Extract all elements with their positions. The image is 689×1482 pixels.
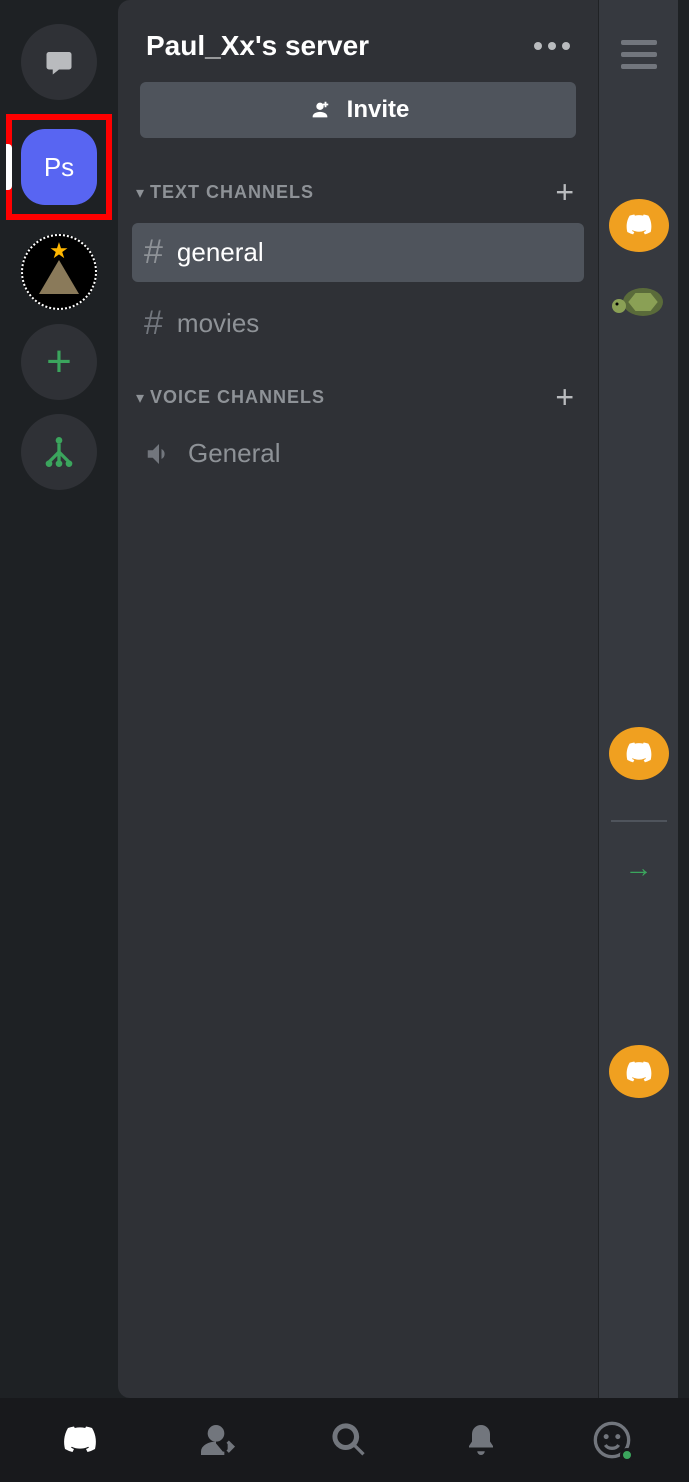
discord-logo-icon [621,739,657,767]
bottom-nav [0,1398,689,1482]
member-avatar-1[interactable] [609,199,669,252]
friends-icon [196,1420,236,1460]
invite-person-icon [307,99,333,121]
discord-logo-icon [621,1058,657,1086]
server-initials: Ps [44,152,74,183]
invite-label: Invite [347,96,410,124]
nav-friends[interactable] [196,1420,236,1460]
expand-arrow-icon[interactable]: → [625,852,653,884]
nav-notifications[interactable] [463,1420,499,1460]
members-toggle-button[interactable] [621,20,657,109]
add-text-channel-button[interactable]: + [555,174,574,211]
more-options-button[interactable] [534,42,570,50]
voice-channels-label: VOICE CHANNELS [150,387,325,408]
channel-name: General [188,438,281,469]
plus-icon: + [46,337,72,387]
voice-channels-header[interactable]: ▾ VOICE CHANNELS + [118,373,598,422]
invite-button[interactable]: Invite [140,82,576,138]
member-avatar-2[interactable] [609,274,669,327]
members-sliver: → [598,0,678,1398]
discover-hub-button[interactable] [21,414,97,490]
hub-tree-icon [39,432,79,472]
bell-icon [463,1420,499,1460]
text-channels-label: TEXT CHANNELS [150,182,314,203]
nav-home[interactable] [57,1422,103,1458]
server-rail: Ps + [0,0,118,1398]
chevron-down-icon: ▾ [136,388,144,408]
nav-search[interactable] [329,1420,369,1460]
discord-logo-icon [621,211,657,239]
search-icon [329,1420,369,1460]
hash-icon: # [144,304,163,343]
member-avatar-3[interactable] [609,727,669,780]
add-voice-channel-button[interactable]: + [555,379,574,416]
turtle-icon [611,278,667,322]
nav-profile[interactable] [592,1420,632,1460]
member-avatar-4[interactable] [609,1045,669,1098]
server-ps[interactable]: Ps [21,129,97,205]
chevron-down-icon: ▾ [136,183,144,203]
channel-name: general [177,237,264,268]
panel-header: Paul_Xx's server [118,0,598,82]
discord-logo-icon [57,1422,103,1458]
speaker-icon [144,439,174,469]
hash-icon: # [144,233,163,272]
server-other[interactable] [21,234,97,310]
add-server-button[interactable]: + [21,324,97,400]
channel-general[interactable]: # general [132,223,584,282]
channel-name: movies [177,308,259,339]
members-divider [611,820,667,822]
server-title[interactable]: Paul_Xx's server [146,30,369,62]
direct-messages-button[interactable] [21,24,97,100]
active-server-pill [6,144,12,190]
channel-movies[interactable]: # movies [132,294,584,353]
channel-panel: Paul_Xx's server Invite ▾ TEXT CHANNELS … [118,0,598,1398]
voice-channel-general[interactable]: General [132,428,584,479]
text-channels-header[interactable]: ▾ TEXT CHANNELS + [118,168,598,217]
highlighted-server-frame: Ps [6,114,112,220]
